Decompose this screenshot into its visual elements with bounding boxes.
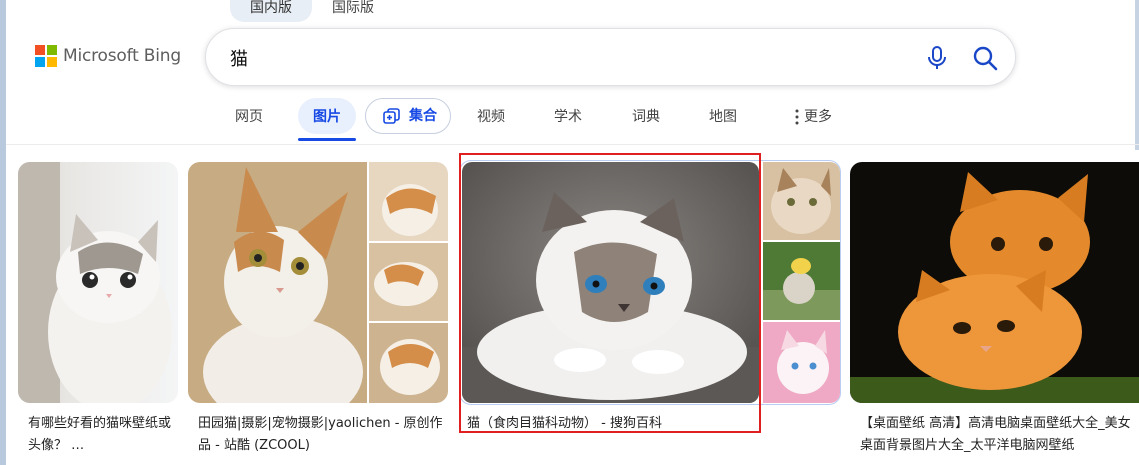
nav-collections-label: 集合 xyxy=(409,108,437,124)
search-input[interactable] xyxy=(230,45,890,71)
search-box xyxy=(205,28,1016,86)
collection-plus-icon xyxy=(383,108,400,124)
logo-text: Microsoft Bing xyxy=(63,46,181,66)
cat-photo-2 xyxy=(188,162,448,403)
result-caption-4[interactable]: 【桌面壁纸 高清】高清电脑桌面壁纸大全_美女桌面背景图片大全_太平洋电脑网壁纸 xyxy=(860,413,1139,457)
nav-academic[interactable]: 学术 xyxy=(547,98,589,136)
nav-active-underline xyxy=(298,138,356,141)
nav-maps[interactable]: 地图 xyxy=(702,98,744,136)
result-image-2[interactable] xyxy=(188,162,448,403)
header-divider xyxy=(6,144,1139,145)
nav-web[interactable]: 网页 xyxy=(228,98,270,136)
vertical-dots-icon[interactable] xyxy=(794,109,800,125)
cat-thumb-3c xyxy=(763,322,840,403)
magnifier-icon[interactable] xyxy=(972,45,998,71)
nav-images[interactable]: 图片 xyxy=(298,98,356,136)
vertical-nav: 网页 图片 集合 视频 学术 词典 地图 更多 xyxy=(0,98,1139,141)
selection-highlight-box xyxy=(459,153,761,433)
bing-logo[interactable]: Microsoft Bing xyxy=(35,45,181,67)
region-tabs: 国内版 国际版 xyxy=(230,0,394,22)
nav-more[interactable]: 更多 xyxy=(804,98,838,136)
result-3-thumb-1[interactable] xyxy=(763,162,840,240)
result-caption-2[interactable]: 田园猫|摄影|宠物摄影|yaolichen - 原创作品 - 站酷 (ZCOOL… xyxy=(198,413,448,457)
nav-collections-button[interactable]: 集合 xyxy=(365,98,451,134)
region-tab-domestic[interactable]: 国内版 xyxy=(230,0,312,22)
result-caption-1[interactable]: 有哪些好看的猫咪壁纸或头像？ … xyxy=(28,413,178,457)
cat-thumb-3a xyxy=(763,162,840,240)
cat-thumb-3b xyxy=(763,242,840,320)
result-3-thumb-3[interactable] xyxy=(763,322,840,403)
window-edge xyxy=(0,0,6,465)
cat-photo-1 xyxy=(18,162,178,403)
cat-photo-4 xyxy=(850,162,1139,403)
microsoft-logo-icon xyxy=(35,45,57,67)
region-tab-international[interactable]: 国际版 xyxy=(312,0,394,22)
nav-dictionary[interactable]: 词典 xyxy=(625,98,667,136)
result-3-thumb-2[interactable] xyxy=(763,242,840,320)
result-image-4[interactable] xyxy=(850,162,1139,403)
result-image-1[interactable] xyxy=(18,162,178,403)
nav-video[interactable]: 视频 xyxy=(470,98,512,136)
microphone-icon[interactable] xyxy=(925,45,949,71)
